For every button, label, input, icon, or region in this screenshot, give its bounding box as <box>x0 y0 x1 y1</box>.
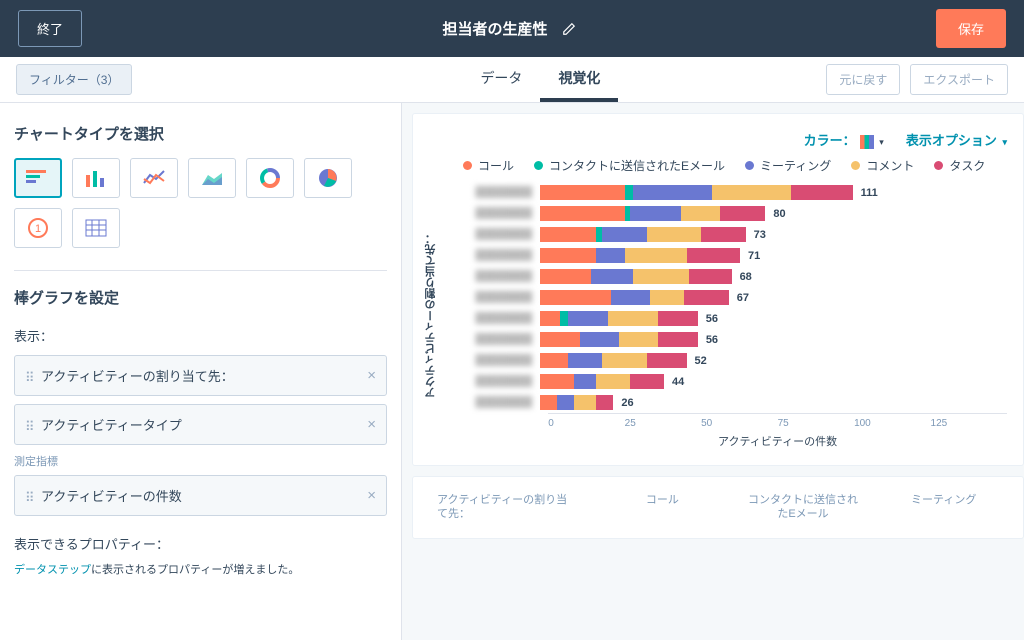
chart-type-kpi[interactable]: 1 <box>14 208 62 248</box>
legend-comment[interactable]: コメント <box>851 157 914 174</box>
svg-text:1: 1 <box>35 223 41 235</box>
bar-row: ████████56 <box>440 329 1007 350</box>
display-options[interactable]: 表示オプション ▾ <box>906 130 1007 149</box>
bar-row: ████████26 <box>440 392 1007 413</box>
tab-visualization[interactable]: 視覚化 <box>540 57 618 102</box>
step-note: データステップに表示されるプロパティーが増えました。 <box>14 561 387 577</box>
chart-type-grid: 1 <box>14 158 387 248</box>
tab-data[interactable]: データ <box>462 57 540 102</box>
color-selector[interactable]: カラー： ▾ <box>804 130 884 149</box>
chevron-down-icon: ▾ <box>879 137 884 147</box>
bar-row: ████████71 <box>440 245 1007 266</box>
chart-type-table[interactable] <box>72 208 120 248</box>
table-col-assignee: アクティビティーの割り当て先： <box>437 493 577 522</box>
remove-icon[interactable]: × <box>367 416 376 433</box>
chart-type-heading: チャートタイプを選択 <box>14 123 387 144</box>
chart-type-pie[interactable] <box>304 158 352 198</box>
drag-handle-icon[interactable] <box>25 370 33 382</box>
drag-handle-icon[interactable] <box>25 490 33 502</box>
topbar: 終了 担当者の生産性 保存 <box>0 0 1024 57</box>
drag-handle-icon[interactable] <box>25 419 33 431</box>
chart-legend: コール コンタクトに送信されたEメール ミーティング コメント タスク <box>423 157 1007 174</box>
bar-row: ████████44 <box>440 371 1007 392</box>
remove-icon[interactable]: × <box>367 487 376 504</box>
table-header: アクティビティーの割り当て先： コール コンタクトに送信されたEメール ミーティ… <box>437 493 999 522</box>
data-step-link[interactable]: データステップ <box>14 564 91 576</box>
chart-type-area[interactable] <box>188 158 236 198</box>
color-swatch-icon <box>860 135 874 149</box>
field-activity-count-label: アクティビティーの件数 <box>41 486 182 505</box>
remove-icon[interactable]: × <box>367 367 376 384</box>
field-assignee[interactable]: アクティビティーの割り当て先： × <box>14 355 387 396</box>
display-label: 表示： <box>14 326 387 345</box>
legend-email[interactable]: コンタクトに送信されたEメール <box>534 157 725 174</box>
bar-row: ████████73 <box>440 224 1007 245</box>
chart-type-donut[interactable] <box>246 158 294 198</box>
bar-row: ████████56 <box>440 308 1007 329</box>
metric-label: 測定指標 <box>14 453 387 469</box>
legend-call[interactable]: コール <box>463 157 514 174</box>
tabbar: フィルター（3） データ 視覚化 元に戻す エクスポート <box>0 57 1024 103</box>
chart-area: アクティビティーの割り当て先： ████████111████████80███… <box>423 182 1007 449</box>
y-axis-label: アクティビティーの割り当て先： <box>423 182 440 449</box>
undo-button[interactable]: 元に戻す <box>826 64 900 95</box>
field-activity-count[interactable]: アクティビティーの件数 × <box>14 475 387 516</box>
bar-row: ████████52 <box>440 350 1007 371</box>
chart-panel: カラー： ▾ 表示オプション ▾ コール コンタクトに送信されたEメール ミーテ… <box>412 113 1024 466</box>
field-activity-type-label: アクティビティータイプ <box>41 415 182 434</box>
field-activity-type[interactable]: アクティビティータイプ × <box>14 404 387 445</box>
legend-task[interactable]: タスク <box>934 157 985 174</box>
chart-type-line[interactable] <box>130 158 178 198</box>
table-col-email: コンタクトに送信されたEメール <box>748 493 859 522</box>
chart-type-vbar[interactable] <box>72 158 120 198</box>
sidebar: チャートタイプを選択 1 棒グラフを設定 表示： アクティビティーの割り当て先：… <box>0 103 402 640</box>
table-col-meeting: ミーティング <box>888 493 999 522</box>
table-panel: アクティビティーの割り当て先： コール コンタクトに送信されたEメール ミーティ… <box>412 476 1024 539</box>
bar-row: ████████111 <box>440 182 1007 203</box>
bar-row: ████████80 <box>440 203 1007 224</box>
bar-row: ████████68 <box>440 266 1007 287</box>
save-button[interactable]: 保存 <box>936 9 1006 48</box>
bars-container: ████████111████████80████████73████████7… <box>440 182 1007 449</box>
available-props-label: 表示できるプロパティー： <box>14 534 387 553</box>
field-assignee-label: アクティビティーの割り当て先： <box>41 366 234 385</box>
table-col-call: コール <box>607 493 718 522</box>
filters-button[interactable]: フィルター（3） <box>16 64 132 95</box>
edit-icon[interactable] <box>562 22 576 36</box>
legend-meeting[interactable]: ミーティング <box>745 157 831 174</box>
page-title: 担当者の生産性 <box>442 18 547 39</box>
title-wrap: 担当者の生産性 <box>82 18 936 39</box>
exit-button[interactable]: 終了 <box>18 10 82 47</box>
chevron-down-icon: ▾ <box>1002 137 1007 147</box>
bar-row: ████████67 <box>440 287 1007 308</box>
main: カラー： ▾ 表示オプション ▾ コール コンタクトに送信されたEメール ミーテ… <box>402 103 1024 640</box>
config-heading: 棒グラフを設定 <box>14 287 387 308</box>
chart-type-hbar[interactable] <box>14 158 62 198</box>
export-button[interactable]: エクスポート <box>910 64 1008 95</box>
